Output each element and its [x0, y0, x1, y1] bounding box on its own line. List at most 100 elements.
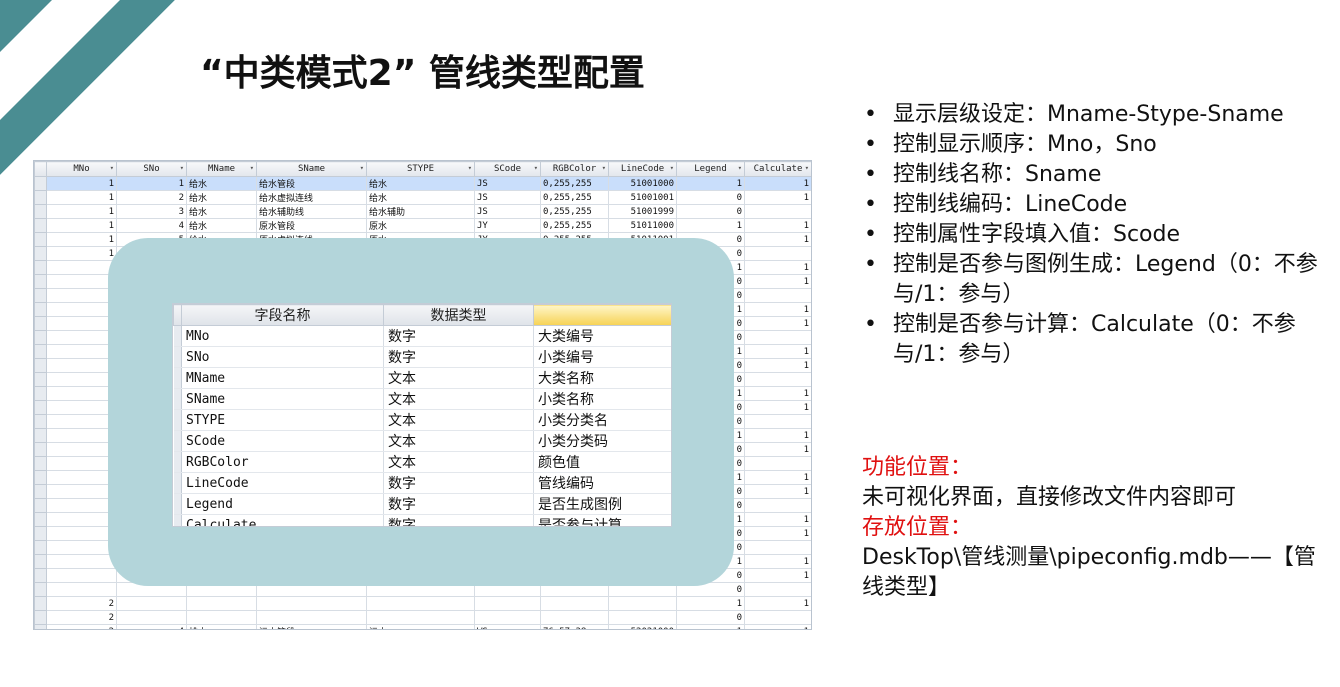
table-cell[interactable]: [744, 288, 811, 303]
table-cell[interactable]: 1: [46, 190, 117, 205]
table-cell[interactable]: [256, 596, 367, 611]
chevron-down-icon[interactable]: ▾: [534, 164, 538, 172]
row-selector[interactable]: [34, 470, 47, 485]
column-header-sname[interactable]: SName ▾: [256, 161, 367, 177]
field-row[interactable]: SNo 数字 小类编号: [173, 346, 671, 368]
table-cell[interactable]: 52021000: [608, 624, 677, 629]
table-cell[interactable]: 给水: [366, 176, 475, 191]
table-cell[interactable]: 1: [744, 624, 811, 629]
column-header-mno[interactable]: MNo ▾: [46, 161, 117, 177]
table-cell[interactable]: 0,255,255: [540, 218, 609, 233]
table-row[interactable]: 2 11: [34, 596, 811, 611]
table-cell[interactable]: 1: [744, 442, 811, 457]
table-cell[interactable]: 4: [116, 218, 187, 233]
field-name-cell[interactable]: Calculate: [181, 514, 384, 526]
row-selector-header[interactable]: [173, 304, 182, 326]
table-cell[interactable]: 1: [744, 232, 811, 247]
data-type-cell[interactable]: 数字: [383, 493, 534, 515]
row-selector[interactable]: [173, 451, 182, 473]
table-cell[interactable]: 排水: [186, 624, 257, 629]
table-cell[interactable]: 给水: [186, 204, 257, 219]
table-cell[interactable]: JS: [474, 176, 541, 191]
row-selector-header[interactable]: [34, 161, 47, 177]
chevron-down-icon[interactable]: ▾: [468, 164, 472, 172]
table-cell[interactable]: [116, 596, 187, 611]
table-cell[interactable]: [744, 204, 811, 219]
table-cell[interactable]: [744, 246, 811, 261]
description-cell[interactable]: 小类名称: [533, 388, 671, 410]
table-cell[interactable]: [540, 610, 609, 625]
row-selector[interactable]: [34, 190, 47, 205]
row-selector[interactable]: [34, 330, 47, 345]
table-cell[interactable]: [46, 512, 117, 527]
table-cell[interactable]: [46, 260, 117, 275]
chevron-down-icon[interactable]: ▾: [738, 164, 742, 172]
field-row[interactable]: LineCode 数字 管线编码: [173, 472, 671, 494]
row-selector[interactable]: [34, 260, 47, 275]
table-cell[interactable]: 给水: [186, 190, 257, 205]
table-cell[interactable]: [744, 610, 811, 625]
column-header-sno[interactable]: SNo ▾: [116, 161, 187, 177]
data-type-cell[interactable]: 文本: [383, 409, 534, 431]
table-cell[interactable]: 1: [744, 470, 811, 485]
table-cell[interactable]: [744, 330, 811, 345]
row-selector[interactable]: [173, 367, 182, 389]
table-cell[interactable]: [46, 442, 117, 457]
field-row[interactable]: MName 文本 大类名称: [173, 367, 671, 389]
table-cell[interactable]: [116, 610, 187, 625]
table-cell[interactable]: [46, 288, 117, 303]
table-cell[interactable]: [608, 610, 677, 625]
data-type-cell[interactable]: 数字: [383, 472, 534, 494]
description-cell[interactable]: 小类分类码: [533, 430, 671, 452]
table-cell[interactable]: 76,57,38: [540, 624, 609, 629]
column-header-field-name[interactable]: 字段名称: [181, 304, 384, 326]
table-cell[interactable]: [46, 526, 117, 541]
table-cell[interactable]: 1: [744, 596, 811, 611]
table-cell[interactable]: [186, 610, 257, 625]
row-selector[interactable]: [34, 176, 47, 191]
table-cell[interactable]: 1: [676, 176, 745, 191]
column-header-linecode[interactable]: LineCode ▾: [608, 161, 677, 177]
table-cell[interactable]: [46, 358, 117, 373]
row-selector[interactable]: [34, 232, 47, 247]
row-selector[interactable]: [34, 526, 47, 541]
column-header-description[interactable]: [533, 304, 671, 326]
table-cell[interactable]: 1: [46, 232, 117, 247]
row-selector[interactable]: [34, 484, 47, 499]
row-selector[interactable]: [34, 246, 47, 261]
field-row[interactable]: STYPE 文本 小类分类名: [173, 409, 671, 431]
table-cell[interactable]: 3: [116, 204, 187, 219]
table-cell[interactable]: 0: [676, 190, 745, 205]
field-row[interactable]: MNo 数字 大类编号: [173, 325, 671, 347]
field-name-cell[interactable]: STYPE: [181, 409, 384, 431]
table-cell[interactable]: [46, 372, 117, 387]
field-row[interactable]: Calculate 数字 是否参与计算: [173, 514, 671, 526]
column-header-legend[interactable]: Legend ▾: [676, 161, 745, 177]
table-cell[interactable]: 1: [676, 624, 745, 629]
table-cell[interactable]: 1: [46, 218, 117, 233]
table-cell[interactable]: 0: [676, 204, 745, 219]
table-cell[interactable]: 1: [744, 218, 811, 233]
row-selector[interactable]: [173, 514, 182, 526]
data-type-cell[interactable]: 数字: [383, 346, 534, 368]
table-cell[interactable]: 4: [116, 624, 187, 629]
table-cell[interactable]: [186, 596, 257, 611]
data-type-cell[interactable]: 数字: [383, 514, 534, 526]
table-cell[interactable]: 1: [744, 274, 811, 289]
table-cell[interactable]: 0,255,255: [540, 190, 609, 205]
data-type-cell[interactable]: 文本: [383, 388, 534, 410]
table-cell[interactable]: 给水辅助线: [256, 204, 367, 219]
field-row[interactable]: SCode 文本 小类分类码: [173, 430, 671, 452]
chevron-down-icon[interactable]: ▾: [360, 164, 364, 172]
row-selector[interactable]: [173, 430, 182, 452]
table-cell[interactable]: 1: [744, 428, 811, 443]
row-selector[interactable]: [34, 442, 47, 457]
table-cell[interactable]: [46, 554, 117, 569]
table-cell[interactable]: [744, 498, 811, 513]
table-row[interactable]: 1 3 给水 给水辅助线 给水辅助 JS 0,255,255 51001999 0: [34, 204, 811, 219]
table-cell[interactable]: 1: [744, 302, 811, 317]
table-row[interactable]: 1 2 给水 给水虚拟连线 给水 JS 0,255,255 51001001 0 1: [34, 190, 811, 205]
row-selector[interactable]: [34, 414, 47, 429]
field-name-cell[interactable]: Legend: [181, 493, 384, 515]
table-row[interactable]: 20: [34, 610, 811, 625]
